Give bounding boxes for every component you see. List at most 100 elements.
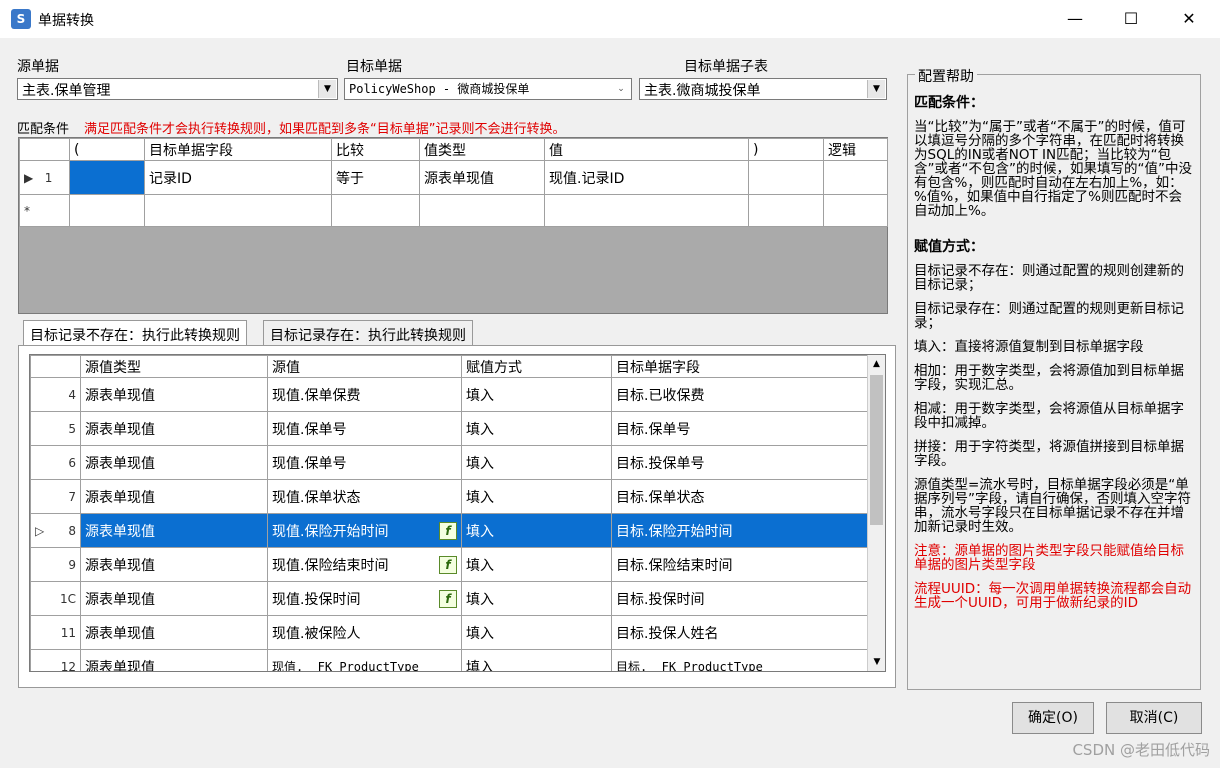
match-cell-rparen[interactable] [748,160,824,195]
cell-assign-mode[interactable]: 填入 [461,479,612,514]
match-cell-value-type[interactable]: 源表单现值 [419,160,545,195]
cell-target-field[interactable]: 目标.已收保费 [611,377,869,412]
table-row[interactable]: 11 源表单现值 现值.被保险人 填入 目标.投保人姓名 [30,615,869,650]
rules-col-assign-mode[interactable]: 赋值方式 [461,355,612,378]
help-text: 相加：用于数字类型，会将源值加到目标单据字段，实现汇总。 [914,363,1184,393]
table-row[interactable]: 1C 源表单现值 现值.投保时间 f 填入 目标.投保时间 [30,581,869,616]
cell-assign-mode[interactable]: 填入 [461,615,612,650]
cell-source-type[interactable]: 源表单现值 [80,377,268,412]
formula-icon[interactable]: f [439,521,457,540]
cell-source-value[interactable]: 现值.保单号 [267,411,462,446]
cell-target-field[interactable]: 目标.保单号 [611,411,869,446]
scroll-thumb[interactable] [870,375,883,525]
table-row-selected[interactable]: ▷ 8 源表单现值 现值.保险开始时间 f 填入 目标.保险开始时间 [30,513,869,548]
formula-icon[interactable]: f [439,589,457,608]
cell-source-value[interactable]: 现值.保险结束时间 f [267,547,462,582]
cancel-button[interactable]: 取消(C) [1106,702,1202,734]
chevron-down-icon[interactable]: ▼ [867,80,885,98]
cell-source-value[interactable]: 现值.保单状态 [267,479,462,514]
row-number[interactable]: 5 [30,411,81,446]
row-number[interactable]: ▷ 8 [30,513,81,548]
maximize-button[interactable]: ☐ [1102,0,1160,38]
cell-source-type[interactable]: 源表单现值 [80,445,268,480]
cell-target-field[interactable]: 目标.保单状态 [611,479,869,514]
cell-source-value[interactable]: 现值.保单保费 [267,377,462,412]
row-pointer-icon: ▷ [35,523,45,538]
row-number[interactable]: 6 [30,445,81,480]
match-cell-logic[interactable] [823,160,888,195]
tab-target-not-exists[interactable]: 目标记录不存在：执行此转换规则 [23,320,247,346]
cell-source-value[interactable]: 现值.__FK_ProductType_ [267,649,462,671]
match-cell-compare[interactable]: 等于 [331,160,420,195]
cell-target-field[interactable]: 目标.投保单号 [611,445,869,480]
row-number[interactable]: 12 [30,649,81,671]
table-row[interactable]: 4 源表单现值 现值.保单保费 填入 目标.已收保费 [30,377,869,412]
row-number[interactable]: 11 [30,615,81,650]
cell-source-value[interactable]: 现值.投保时间 f [267,581,462,616]
cell-source-value[interactable]: 现值.保单号 [267,445,462,480]
help-text: 目标记录存在：则通过配置的规则更新目标记录； [914,301,1184,331]
row-number[interactable]: 4 [30,377,81,412]
cell-source-value[interactable]: 现值.保险开始时间 f [267,513,462,548]
tab-target-exists[interactable]: 目标记录存在：执行此转换规则 [263,320,473,346]
row-number[interactable]: 7 [30,479,81,514]
cell-source-type[interactable]: 源表单现值 [80,411,268,446]
row-number[interactable]: 1C [30,581,81,616]
cell-target-field[interactable]: 目标.保险结束时间 [611,547,869,582]
close-button[interactable]: ✕ [1160,0,1218,38]
cell-source-type[interactable]: 源表单现值 [80,513,268,548]
match-new-row[interactable]: * [19,194,888,227]
help-heading-assign: 赋值方式： [914,239,984,255]
cell-source-type[interactable]: 源表单现值 [80,649,268,671]
target-sub-select[interactable]: 主表.微商城投保单 ▼ [639,78,887,100]
row-number[interactable]: 9 [30,547,81,582]
cell-source-type[interactable]: 源表单现值 [80,615,268,650]
formula-icon[interactable]: f [439,555,457,574]
match-cell-target-field[interactable]: 记录ID [144,160,332,195]
chevron-down-icon[interactable]: ⌄ [612,80,630,98]
match-cell-lparen[interactable] [69,160,145,195]
minimize-button[interactable]: — [1046,0,1104,38]
ok-button[interactable]: 确定(O) [1012,702,1094,734]
match-col-rparen[interactable]: ) [748,138,824,161]
cell-target-field[interactable]: 目标.投保时间 [611,581,869,616]
table-row[interactable]: 9 源表单现值 现值.保险结束时间 f 填入 目标.保险结束时间 [30,547,869,582]
row-header[interactable]: ▶ 1 [19,160,70,195]
cell-assign-mode[interactable]: 填入 [461,547,612,582]
cell-assign-mode[interactable]: 填入 [461,445,612,480]
match-col-lparen[interactable]: ( [69,138,145,161]
cell-assign-mode[interactable]: 填入 [461,649,612,671]
cell-target-field[interactable]: 目标.投保人姓名 [611,615,869,650]
match-col-value-type[interactable]: 值类型 [419,138,545,161]
cell-source-type[interactable]: 源表单现值 [80,547,268,582]
match-cell-value[interactable]: 现值.记录ID [544,160,749,195]
chevron-down-icon[interactable]: ▼ [318,80,336,98]
match-col-logic[interactable]: 逻辑 [823,138,888,161]
cell-assign-mode[interactable]: 填入 [461,411,612,446]
source-select[interactable]: 主表.保单管理 ▼ [17,78,338,100]
scroll-up-icon[interactable]: ▲ [868,355,885,373]
rules-col-source-type[interactable]: 源值类型 [80,355,268,378]
rules-grid: 源值类型 源值 赋值方式 目标单据字段 4 源表单现值 现值.保单保费 填入 目… [29,354,886,672]
vertical-scrollbar[interactable]: ▲ ▼ [867,355,885,671]
rules-col-target-field[interactable]: 目标单据字段 [611,355,869,378]
cell-assign-mode[interactable]: 填入 [461,581,612,616]
cell-source-value[interactable]: 现值.被保险人 [267,615,462,650]
scroll-down-icon[interactable]: ▼ [868,653,885,671]
match-col-compare[interactable]: 比较 [331,138,420,161]
table-row[interactable]: 7 源表单现值 现值.保单状态 填入 目标.保单状态 [30,479,869,514]
match-col-value[interactable]: 值 [544,138,749,161]
match-row[interactable]: ▶ 1 记录ID 等于 源表单现值 现值.记录ID [19,160,888,195]
cell-assign-mode[interactable]: 填入 [461,513,612,548]
table-row[interactable]: 12 源表单现值 现值.__FK_ProductType_ 填入 目标.__FK… [30,649,869,671]
table-row[interactable]: 5 源表单现值 现值.保单号 填入 目标.保单号 [30,411,869,446]
cell-source-type[interactable]: 源表单现值 [80,581,268,616]
table-row[interactable]: 6 源表单现值 现值.保单号 填入 目标.投保单号 [30,445,869,480]
cell-target-field[interactable]: 目标.__FK_ProductType_ [611,649,869,671]
match-col-target-field[interactable]: 目标单据字段 [144,138,332,161]
cell-assign-mode[interactable]: 填入 [461,377,612,412]
target-select[interactable]: PolicyWeShop - 微商城投保单 ⌄ [344,78,632,100]
rules-col-source-value[interactable]: 源值 [267,355,462,378]
cell-target-field[interactable]: 目标.保险开始时间 [611,513,869,548]
cell-source-type[interactable]: 源表单现值 [80,479,268,514]
